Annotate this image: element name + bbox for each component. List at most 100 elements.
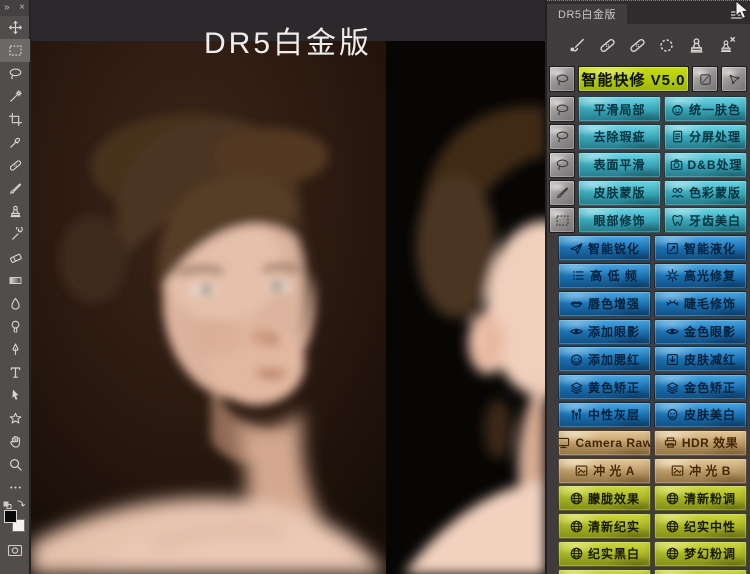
lip-color-enhance-button[interactable]: 唇色增强: [558, 291, 651, 317]
panel-tab-bar: DR5白金版: [547, 0, 750, 24]
partial-button[interactable]: [654, 569, 747, 574]
patch-tool-icon[interactable]: [598, 36, 617, 55]
partial-button[interactable]: [558, 569, 651, 574]
teeth-whiten-button[interactable]: 牙齿美白: [664, 207, 747, 233]
tool-history-brush[interactable]: [0, 223, 30, 246]
marquee-icon: [555, 213, 570, 228]
tool-path-select[interactable]: [0, 384, 30, 407]
gold-eyeshadow-button[interactable]: 金色眼影: [654, 319, 747, 345]
fresh-pink-tone-button[interactable]: 清新粉调: [654, 485, 747, 511]
flash-b-button[interactable]: 冲 光 B: [654, 458, 747, 484]
tool-lasso[interactable]: [0, 62, 30, 85]
remove-blemish-button[interactable]: 去除瑕疵: [578, 124, 661, 150]
tool-blur[interactable]: [0, 292, 30, 315]
tool-eraser[interactable]: [0, 246, 30, 269]
marquee-tool-button[interactable]: [549, 207, 575, 233]
db-process-button[interactable]: D&B处理: [664, 152, 747, 178]
skin-red-reduce-button[interactable]: 皮肤减红: [654, 346, 747, 372]
panel-row: 朦胧效果 清新粉调: [558, 485, 747, 511]
dr5-plugin-panel: DR5白金版 智能快修 V5.0 平滑局部 统一肤色 去除瑕疵 分屏处理: [545, 0, 750, 574]
yellow-correct-button[interactable]: 黄色矫正: [558, 374, 651, 400]
tool-move[interactable]: [0, 16, 30, 39]
quick-mask-button[interactable]: [0, 539, 30, 561]
photoshop-toolbar: » ×: [0, 0, 30, 574]
dashed-ring-icon[interactable]: [657, 36, 676, 55]
lasso-tool-button[interactable]: [549, 66, 575, 92]
add-eyeshadow-button[interactable]: 添加眼影: [558, 319, 651, 345]
tool-zoom[interactable]: [0, 453, 30, 476]
pattern-stamp-icon[interactable]: [717, 36, 736, 55]
meter-bars-icon: [569, 407, 584, 422]
unify-skin-tone-button[interactable]: 统一肤色: [664, 96, 747, 122]
lasso-tool-button[interactable]: [549, 96, 575, 122]
panel-tab[interactable]: DR5白金版: [547, 4, 627, 24]
clone-stamp-icon[interactable]: [687, 36, 706, 55]
eyedropper-icon: [8, 135, 23, 150]
ellipsis-icon: [8, 480, 23, 495]
history-brush-icon: [8, 227, 23, 242]
tool-clone-stamp[interactable]: [0, 200, 30, 223]
tool-crop[interactable]: [0, 108, 30, 131]
smooth-local-button[interactable]: 平滑局部: [578, 96, 661, 122]
tool-spot-healing[interactable]: [0, 154, 30, 177]
tool-dodge[interactable]: [0, 315, 30, 338]
panel-row: 添加眼影 金色眼影: [558, 319, 747, 345]
hazy-effect-button[interactable]: 朦胧效果: [558, 485, 651, 511]
flash-a-button[interactable]: 冲 光 A: [558, 458, 651, 484]
tool-brush[interactable]: [0, 177, 30, 200]
tool-rectangular-marquee[interactable]: [0, 39, 30, 62]
neutral-gray-layer-button[interactable]: 中性灰层: [558, 402, 651, 428]
tool-gradient[interactable]: [0, 269, 30, 292]
tool-hand[interactable]: [0, 430, 30, 453]
panel-row: 表面平滑 D&B处理: [549, 152, 747, 178]
eyelashes-icon: [665, 296, 680, 311]
smart-repair-row: 智能快修 V5.0: [549, 66, 747, 92]
brush-tool-button[interactable]: [549, 180, 575, 206]
document-icon: [670, 129, 685, 144]
gold-correct-button[interactable]: 金色矫正: [654, 374, 747, 400]
tool-more-options[interactable]: [0, 476, 30, 499]
smart-repair-button[interactable]: 智能快修 V5.0: [578, 66, 689, 92]
tool-custom-shape[interactable]: [0, 407, 30, 430]
node-graph-button[interactable]: [721, 66, 747, 92]
skin-mask-button[interactable]: 皮肤蒙版: [578, 180, 661, 206]
color-swatches[interactable]: [0, 499, 30, 539]
smart-liquify-button[interactable]: 智能液化: [654, 235, 747, 261]
high-low-frequency-button[interactable]: 高 低 频: [558, 263, 651, 289]
color-mask-button[interactable]: 色彩蒙版: [664, 180, 747, 206]
tool-magic-wand[interactable]: [0, 85, 30, 108]
documentary-neutral-button[interactable]: 纪实中性: [654, 513, 747, 539]
documentary-bw-button[interactable]: 纪实黑白: [558, 541, 651, 567]
tool-type[interactable]: [0, 361, 30, 384]
sample-brush-icon[interactable]: [568, 36, 587, 55]
preview-square-button[interactable]: [692, 66, 718, 92]
default-swap-swatches-icon[interactable]: [3, 499, 27, 509]
globe-icon: [665, 546, 680, 561]
eyelash-retouch-button[interactable]: 睫毛修饰: [654, 291, 747, 317]
healing-brush-icon[interactable]: [628, 36, 647, 55]
camera-raw-button[interactable]: Camera Raw: [558, 430, 651, 456]
eye-retouch-button[interactable]: 眼部修饰: [578, 207, 661, 233]
foreground-color-swatch[interactable]: [4, 510, 17, 523]
smart-sharpen-button[interactable]: 智能锐化: [558, 235, 651, 261]
document-canvas[interactable]: DR5白金版: [31, 0, 545, 574]
skin-whiten-button[interactable]: 皮肤美白: [654, 402, 747, 428]
highlight-repair-button[interactable]: 高光修复: [654, 263, 747, 289]
close-icon[interactable]: ×: [19, 0, 25, 16]
download-icon: [665, 352, 680, 367]
surface-smooth-button[interactable]: 表面平滑: [578, 152, 661, 178]
tool-eyedropper[interactable]: [0, 131, 30, 154]
lasso-tool-button[interactable]: [549, 124, 575, 150]
dreamy-pink-tone-button[interactable]: 梦幻粉调: [654, 541, 747, 567]
collapse-toolbar-icon[interactable]: »: [4, 0, 10, 16]
node-graph-icon: [727, 72, 742, 87]
split-screen-button[interactable]: 分屏处理: [664, 124, 747, 150]
add-blush-button[interactable]: 添加腮红: [558, 346, 651, 372]
lasso-tool-button[interactable]: [549, 152, 575, 178]
arrow-cursor-icon: [8, 388, 23, 403]
hdr-effect-button[interactable]: HDR 效果: [654, 430, 747, 456]
tool-pen[interactable]: [0, 338, 30, 361]
fresh-documentary-button[interactable]: 清新纪实: [558, 513, 651, 539]
globe-icon: [665, 491, 680, 506]
panel-row: 添加腮红 皮肤减红: [558, 346, 747, 372]
